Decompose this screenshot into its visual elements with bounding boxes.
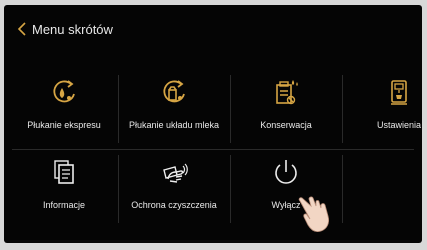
tile-label: Płukanie ekspresu <box>27 120 101 130</box>
tile-label: Ochrona czyszczenia <box>131 200 217 210</box>
tile-label: Płukanie układu mleka <box>128 120 220 130</box>
shortcut-grid: Płukanie ekspresu Płukanie układu mleka <box>4 69 422 229</box>
tile-label: Konserwacja <box>260 120 312 130</box>
maintenance-icon <box>276 80 298 105</box>
device-frame: Menu skrótów Płukanie ekspresu Płukanie … <box>0 0 427 250</box>
column-divider <box>230 75 231 143</box>
pointing-hand-icon <box>298 196 329 233</box>
rinse-milk-system-icon <box>163 80 185 103</box>
back-button[interactable]: Menu skrótów <box>14 19 113 39</box>
tile-label: Ustawienia <box>376 120 422 130</box>
settings-machine-icon <box>391 80 407 105</box>
touch-screen: Menu skrótów Płukanie ekspresu Płukanie … <box>4 5 422 243</box>
shortcut-row-1: Płukanie ekspresu Płukanie układu mleka <box>4 69 422 149</box>
tile-rinse-coffee[interactable]: Płukanie ekspresu <box>12 69 116 149</box>
column-divider <box>118 75 119 143</box>
tile-label: Informacje <box>42 200 86 210</box>
information-icon <box>54 160 74 184</box>
tile-cleaning-lock[interactable]: Ochrona czyszczenia <box>120 149 228 229</box>
tile-maintenance[interactable]: Konserwacja <box>232 69 340 149</box>
tile-rinse-milk[interactable]: Płukanie układu mleka <box>120 69 228 149</box>
power-icon <box>275 160 297 184</box>
column-divider <box>342 155 343 223</box>
shortcut-row-2: Informacje Ochrona czyszczenia Wyłącz <box>4 149 422 229</box>
cleaning-lock-icon <box>163 163 188 183</box>
chevron-left-icon <box>17 22 26 36</box>
tile-settings[interactable]: Ustawienia <box>344 69 422 149</box>
rinse-coffee-system-icon <box>53 80 75 103</box>
page-title: Menu skrótów <box>32 21 113 37</box>
column-divider <box>118 155 119 223</box>
column-divider <box>342 75 343 143</box>
column-divider <box>230 155 231 223</box>
tile-information[interactable]: Informacje <box>12 149 116 229</box>
